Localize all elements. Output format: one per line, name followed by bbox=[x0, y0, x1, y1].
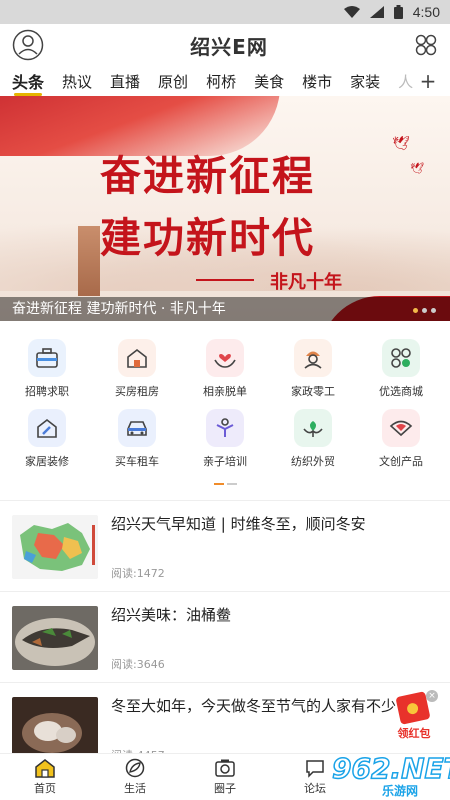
heart-hand-icon bbox=[206, 339, 244, 377]
tab-property[interactable]: 楼市 bbox=[302, 71, 332, 92]
watermark-subtext: 乐游网 bbox=[382, 784, 419, 798]
service-textile[interactable]: 纺织外贸 bbox=[268, 402, 358, 470]
service-housing[interactable]: 买房租房 bbox=[92, 332, 182, 400]
banner-subtitle: 非凡十年 bbox=[270, 272, 342, 293]
status-bar: 4:50 bbox=[0, 0, 450, 24]
tower-decoration bbox=[78, 226, 100, 296]
news-item[interactable]: 绍兴天气早知道 | 时维冬至，顺问冬安 阅读:1472 bbox=[0, 501, 450, 591]
app-logo: 绍兴E网 bbox=[190, 34, 268, 59]
grid-pager bbox=[214, 483, 237, 485]
kid-icon bbox=[206, 409, 244, 447]
service-parenting[interactable]: 亲子培训 bbox=[180, 402, 270, 470]
news-thumbnail-fish-dish bbox=[12, 606, 98, 670]
service-renovation[interactable]: 家居装修 bbox=[2, 402, 92, 470]
home-icon bbox=[35, 759, 55, 778]
worker-icon bbox=[294, 339, 332, 377]
fan-icon bbox=[382, 409, 420, 447]
close-icon[interactable]: × bbox=[426, 690, 438, 702]
bird-icon: 🕊 bbox=[410, 162, 424, 175]
menu-grid-icon[interactable] bbox=[414, 33, 438, 57]
service-label: 相亲脱单 bbox=[203, 385, 247, 398]
service-mall[interactable]: 优选商城 bbox=[356, 332, 446, 400]
news-title: 冬至大如年，今天做冬至节气的人家有不少 bbox=[111, 697, 397, 715]
tab-home-decor[interactable]: 家装 bbox=[350, 71, 380, 92]
service-label: 亲子培训 bbox=[203, 455, 247, 468]
tab-headline[interactable]: 头条 bbox=[12, 69, 44, 96]
news-read-count: 阅读:1472 bbox=[111, 567, 165, 580]
carousel-dot bbox=[431, 308, 436, 313]
news-thumbnail-weather-map bbox=[12, 515, 98, 579]
leaf-icon bbox=[294, 409, 332, 447]
service-label: 纺织外贸 bbox=[291, 455, 335, 468]
tab-food[interactable]: 美食 bbox=[254, 71, 284, 92]
service-label: 家居装修 bbox=[25, 455, 69, 468]
user-avatar-icon[interactable] bbox=[12, 29, 44, 61]
banner-carousel[interactable]: 🕊 🕊 奋进新征程 建功新时代 非凡十年 奋进新征程 建功新时代 · 非凡十年 bbox=[0, 96, 450, 321]
channel-tabs: 头条 热议 直播 原创 柯桥 美食 楼市 家装 人 + bbox=[0, 66, 450, 96]
pager-dot bbox=[214, 483, 224, 485]
service-label: 招聘求职 bbox=[25, 385, 69, 398]
status-time: 4:50 bbox=[412, 4, 440, 20]
nav-label: 生活 bbox=[124, 782, 146, 795]
wifi-icon bbox=[343, 6, 360, 18]
house-icon bbox=[118, 339, 156, 377]
signal-icon bbox=[369, 6, 384, 18]
car-icon bbox=[118, 409, 156, 447]
carousel-dot bbox=[422, 308, 427, 313]
watermark-text: 962.NET bbox=[331, 751, 450, 786]
banner-headline-2: 建功新时代 bbox=[100, 214, 315, 262]
service-label: 买车租车 bbox=[115, 455, 159, 468]
news-title: 绍兴美味：油桶鲞 bbox=[111, 606, 232, 624]
bird-icon: 🕊 bbox=[392, 136, 410, 152]
app-header: 绍兴E网 bbox=[0, 24, 450, 66]
banner-headline-1: 奋进新征程 bbox=[100, 152, 315, 200]
tab-live[interactable]: 直播 bbox=[110, 71, 140, 92]
nav-life[interactable]: 生活 bbox=[100, 758, 170, 796]
red-packet-button[interactable]: × 领红包 bbox=[388, 690, 440, 742]
nav-home[interactable]: 首页 bbox=[10, 758, 80, 796]
service-creative[interactable]: 文创产品 bbox=[356, 402, 446, 470]
nav-label: 圈子 bbox=[214, 782, 236, 795]
carousel-dot bbox=[413, 308, 418, 313]
home-tools-icon bbox=[28, 409, 66, 447]
service-dating[interactable]: 相亲脱单 bbox=[180, 332, 270, 400]
service-jobs[interactable]: 招聘求职 bbox=[2, 332, 92, 400]
battery-icon bbox=[393, 5, 403, 19]
news-title: 绍兴天气早知道 | 时维冬至，顺问冬安 bbox=[111, 515, 366, 533]
tab-keqiao[interactable]: 柯桥 bbox=[206, 71, 236, 92]
service-label: 优选商城 bbox=[379, 385, 423, 398]
leaf-compass-icon bbox=[125, 758, 145, 778]
tab-people[interactable]: 人 bbox=[398, 71, 413, 92]
news-item[interactable]: 绍兴美味：油桶鲞 阅读:3646 bbox=[0, 592, 450, 682]
banner-divider bbox=[196, 279, 254, 281]
tab-hot[interactable]: 热议 bbox=[62, 71, 92, 92]
news-read-count: 阅读:3646 bbox=[111, 658, 165, 671]
service-housekeeping[interactable]: 家政零工 bbox=[268, 332, 358, 400]
tab-original[interactable]: 原创 bbox=[158, 71, 188, 92]
nav-label: 首页 bbox=[34, 782, 56, 795]
carousel-dots bbox=[413, 308, 436, 313]
banner-caption: 奋进新征程 建功新时代 · 非凡十年 bbox=[0, 297, 450, 321]
add-channel-button[interactable]: + bbox=[416, 66, 440, 96]
service-cars[interactable]: 买车租车 bbox=[92, 402, 182, 470]
nav-circle[interactable]: 圈子 bbox=[190, 758, 260, 796]
news-thumbnail-dumplings bbox=[12, 697, 98, 761]
camera-icon bbox=[215, 759, 235, 777]
pager-dot bbox=[227, 483, 237, 485]
grid-icon bbox=[382, 339, 420, 377]
watermark-logo: 962.NET 乐游网 bbox=[312, 751, 450, 798]
briefcase-icon bbox=[28, 339, 66, 377]
service-label: 家政零工 bbox=[291, 385, 335, 398]
service-grid: 招聘求职 买房租房 相亲脱单 家政零工 优选商城 家居装修 买车租车 亲子培训 … bbox=[0, 332, 450, 472]
service-label: 文创产品 bbox=[379, 455, 423, 468]
service-label: 买房租房 bbox=[115, 385, 159, 398]
red-packet-label: 领红包 bbox=[397, 727, 431, 740]
